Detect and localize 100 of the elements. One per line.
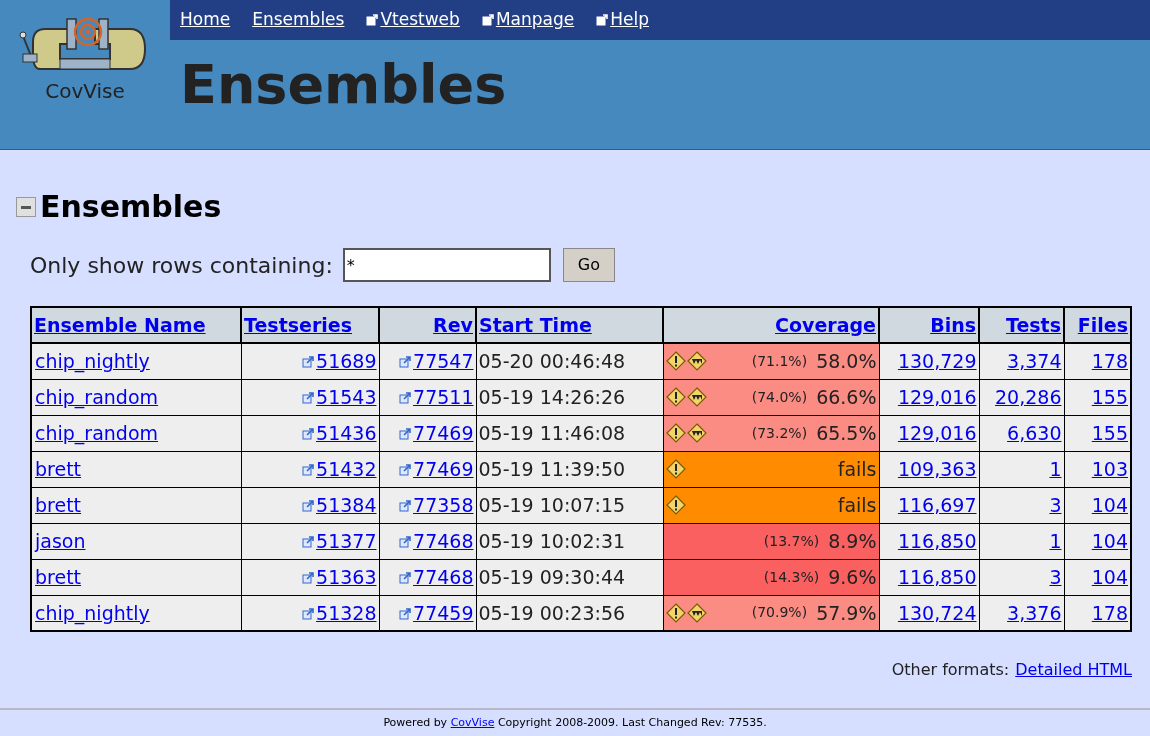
bins-link[interactable]: 116,850 (897, 529, 977, 552)
footer-link[interactable]: CovVise (450, 715, 495, 729)
tests-link[interactable]: 3 (1049, 565, 1062, 588)
external-link-icon (399, 571, 412, 584)
footer-text: Powered by CovVise Copyright 2008-2009. Last Changed Rev: 77535. (383, 714, 767, 731)
tests-link[interactable]: 20,286 (995, 385, 1062, 408)
bins-link[interactable]: 129,016 (897, 421, 977, 444)
nav-link[interactable]: Manpage (481, 7, 575, 33)
external-link-icon (302, 499, 315, 512)
page-title: Ensembles (180, 58, 508, 112)
bins-link[interactable]: 129,016 (897, 385, 977, 408)
coverage-detail: (73.2%) (751, 423, 808, 443)
bins-link[interactable]: 109,363 (897, 457, 977, 480)
ensemble-link[interactable]: brett (35, 457, 82, 480)
column-header: Coverage (663, 307, 879, 343)
ensemble-link[interactable]: chip_nightly (35, 350, 150, 372)
logo-text: CovVise (45, 78, 125, 105)
coverage-value: 58.0% (816, 349, 877, 374)
tests-link[interactable]: 6,630 (1007, 421, 1062, 444)
testseries-link[interactable]: 51377 (316, 529, 377, 552)
files-link[interactable]: 178 (1091, 350, 1128, 372)
coverage-detail: (70.9%) (751, 603, 808, 623)
tests-link[interactable]: 3 (1049, 493, 1062, 516)
warning-icon (665, 351, 686, 372)
tests-link[interactable]: 1 (1049, 457, 1062, 480)
testseries-link[interactable]: 51363 (316, 565, 377, 588)
rev-link[interactable]: 77468 (413, 565, 474, 588)
section-title: Ensembles (40, 192, 222, 222)
coverage-value: fails (837, 456, 877, 482)
nav-link[interactable]: Vtestweb (366, 7, 460, 33)
filter-label: Only show rows containing: (30, 251, 333, 280)
bins-link[interactable]: 130,729 (897, 350, 977, 372)
bins-link[interactable]: 130,724 (897, 601, 977, 624)
go-button[interactable]: Go (562, 248, 615, 282)
tests-link[interactable]: 3,374 (1007, 350, 1062, 372)
external-link-icon (399, 427, 412, 440)
external-link-icon (302, 607, 315, 620)
testseries-link[interactable]: 51384 (316, 493, 377, 516)
ensemble-link[interactable]: jason (35, 529, 86, 552)
external-link-icon (399, 391, 412, 404)
rev-link[interactable]: 77358 (413, 493, 474, 516)
coverage-value: fails (837, 492, 877, 518)
column-header: Ensemble Name (31, 307, 241, 343)
ensemble-link[interactable]: brett (35, 493, 82, 516)
tests-link[interactable]: 1 (1049, 529, 1062, 552)
external-link-icon (366, 14, 379, 26)
external-link-icon (302, 571, 315, 584)
nav-link[interactable]: Help (596, 7, 649, 33)
testseries-link[interactable]: 51543 (316, 385, 377, 408)
testseries-link[interactable]: 51432 (316, 457, 377, 480)
testseries-link[interactable]: 51436 (316, 421, 377, 444)
coverage-detail: (13.7%) (763, 531, 820, 551)
nav-link[interactable]: Ensembles (252, 7, 345, 33)
table-cell: 05-19 11:39:50 (476, 451, 663, 487)
other-formats-label: Other formats: (891, 659, 1010, 681)
rev-link[interactable]: 77459 (413, 601, 474, 624)
external-link-icon (399, 499, 412, 512)
external-link-icon (399, 607, 412, 620)
files-link[interactable]: 104 (1091, 529, 1128, 552)
nav-link[interactable]: Home (180, 7, 231, 33)
external-link-icon (302, 356, 315, 368)
files-link[interactable]: 178 (1091, 601, 1128, 624)
testseries-link[interactable]: 51328 (316, 601, 377, 624)
warning-icon (665, 387, 686, 407)
external-link-icon (399, 463, 412, 476)
coverage-value: 9.6% (828, 564, 877, 590)
rev-link[interactable]: 77468 (413, 529, 474, 552)
rev-link[interactable]: 77511 (413, 385, 474, 408)
ensemble-link[interactable]: chip_nightly (35, 601, 150, 624)
ensemble-link[interactable]: chip_random (35, 385, 159, 408)
filter-field[interactable]: * (342, 248, 551, 282)
bins-link[interactable]: 116,697 (897, 493, 977, 516)
external-link-icon (302, 391, 315, 404)
files-link[interactable]: 155 (1091, 385, 1128, 408)
files-link[interactable]: 155 (1091, 421, 1128, 444)
table-cell: 05-19 14:26:26 (476, 379, 663, 415)
testseries-link[interactable]: 51689 (316, 350, 377, 372)
external-link-icon (302, 535, 315, 548)
rev-link[interactable]: 77547 (413, 350, 474, 372)
files-link[interactable]: 104 (1091, 565, 1128, 588)
bins-link[interactable]: 116,850 (897, 565, 977, 588)
files-link[interactable]: 103 (1091, 457, 1128, 480)
diamond-badge-icon (686, 387, 707, 407)
warning-icon (665, 423, 686, 443)
coverage-detail: (71.1%) (751, 351, 808, 371)
coverage-value: 66.6% (816, 384, 877, 410)
ensemble-link[interactable]: brett (35, 565, 82, 588)
external-link-icon (302, 463, 315, 476)
files-link[interactable]: 104 (1091, 493, 1128, 516)
rev-link[interactable]: 77469 (413, 457, 474, 480)
table-cell: 05-19 00:23:56 (476, 595, 663, 631)
coverage-value: 57.9% (816, 600, 877, 626)
tests-link[interactable]: 3,376 (1007, 601, 1062, 624)
collapse-toggle[interactable] (16, 197, 36, 217)
column-header: Start Time (476, 307, 663, 343)
ensemble-link[interactable]: chip_random (35, 421, 159, 444)
rev-link[interactable]: 77469 (413, 421, 474, 444)
external-link-icon (302, 427, 315, 440)
detailed-html-link[interactable]: Detailed HTML (1015, 658, 1132, 682)
coverage-value: 8.9% (828, 528, 877, 554)
